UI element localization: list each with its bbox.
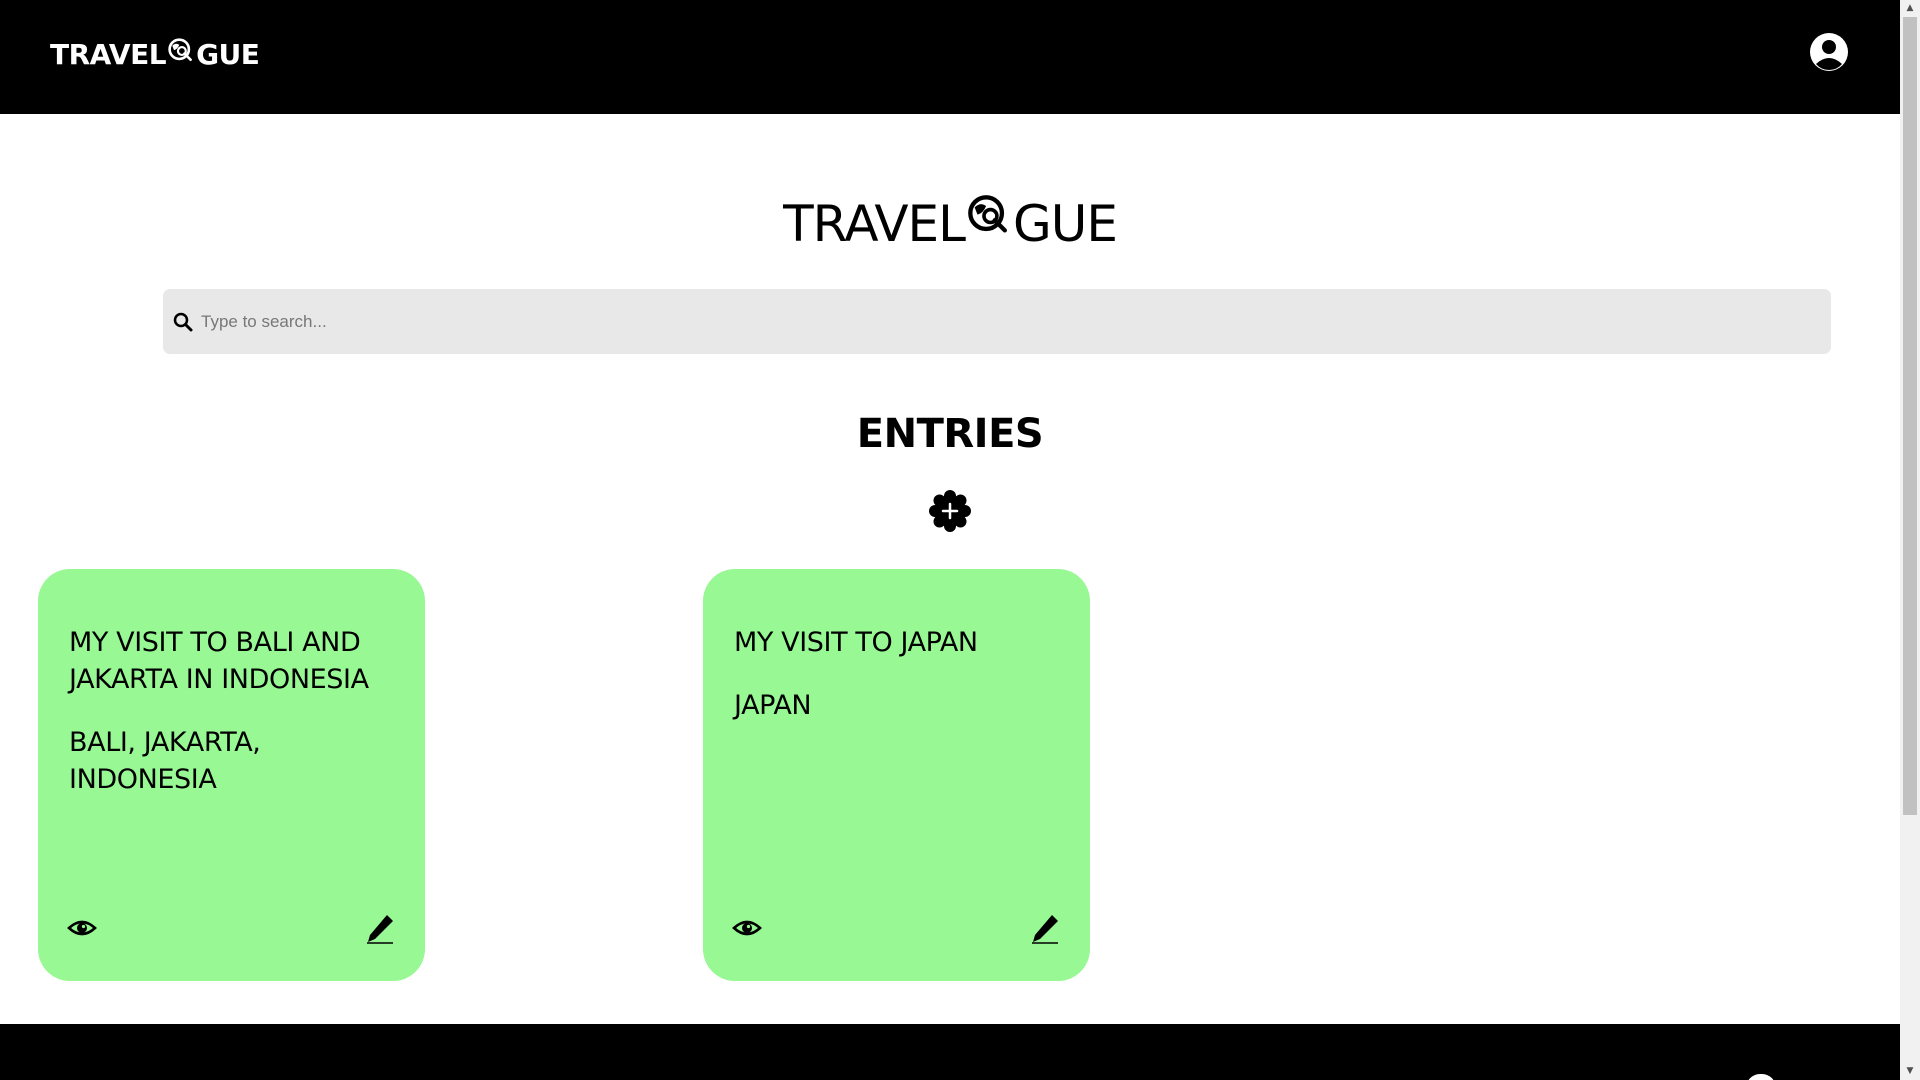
scrollbar-thumb[interactable]: [1903, 17, 1917, 815]
navbar: TRAVEL GUE: [0, 0, 1900, 114]
globe-search-icon: [968, 195, 1007, 233]
entry-card: MY VISIT TO JAPAN JAPAN: [703, 569, 1090, 981]
entries-heading: ENTRIES: [856, 411, 1044, 457]
nav-logo[interactable]: TRAVEL GUE: [50, 37, 260, 71]
hero-logo: TRAVEL GUE: [0, 195, 1900, 253]
add-entry-button[interactable]: [928, 489, 972, 533]
hero-logo-text-left: TRAVEL: [783, 195, 966, 253]
entry-card: MY VISIT TO BALI AND JAKARTA IN INDONESI…: [38, 569, 425, 981]
pencil-icon[interactable]: [1030, 913, 1060, 945]
eye-icon[interactable]: [732, 915, 762, 941]
pencil-icon[interactable]: [365, 913, 395, 945]
footer-icon[interactable]: [1746, 1074, 1776, 1080]
search-input[interactable]: [201, 301, 1801, 342]
vertical-scrollbar[interactable]: ▲ ▼: [1900, 0, 1920, 1080]
nav-logo-text-left: TRAVEL: [50, 38, 167, 71]
entry-location: JAPAN: [734, 690, 812, 721]
globe-search-icon: [168, 37, 193, 61]
entry-title: MY VISIT TO JAPAN JAPAN: [734, 624, 1064, 724]
nav-logo-text-right: GUE: [196, 38, 260, 71]
eye-icon[interactable]: [67, 915, 97, 941]
entry-location: BALI, JAKARTA, INDONESIA: [69, 727, 261, 795]
scroll-down-arrow-icon[interactable]: ▼: [1900, 1063, 1920, 1080]
user-circle-icon[interactable]: [1809, 32, 1849, 72]
search-bar: [163, 289, 1831, 354]
entry-title: MY VISIT TO BALI AND JAKARTA IN INDONESI…: [69, 624, 399, 798]
hero-logo-text-right: GUE: [1012, 195, 1118, 253]
footer: [0, 1024, 1900, 1080]
scroll-up-arrow-icon[interactable]: ▲: [1900, 0, 1920, 17]
search-icon: [173, 312, 193, 331]
